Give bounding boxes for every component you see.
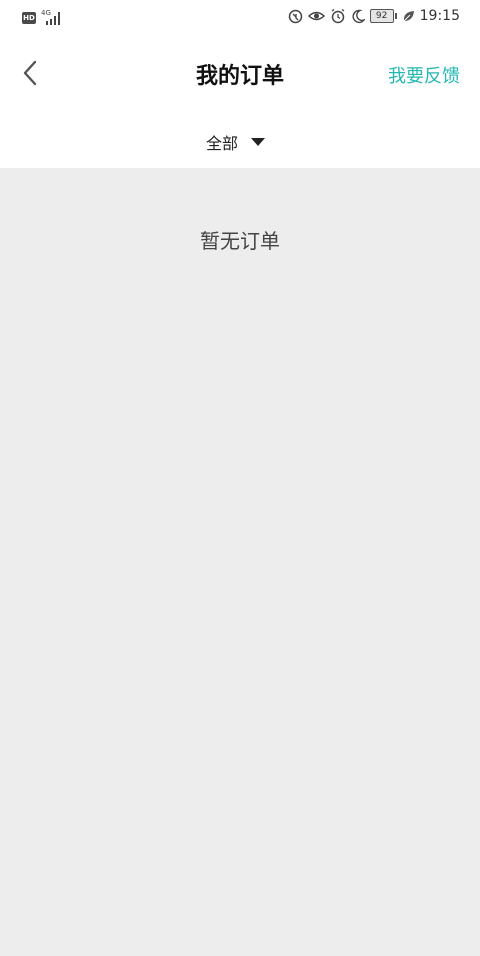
data-usage-icon bbox=[288, 9, 302, 23]
signal-bars-icon bbox=[46, 12, 60, 25]
navigation-bar: 我的订单 我要反馈 bbox=[0, 36, 480, 110]
status-left-group: HD 4G bbox=[22, 9, 63, 26]
filter-selected-label: 全部 bbox=[206, 134, 239, 153]
status-clock: 19:15 bbox=[419, 8, 460, 24]
battery-icon: 92 bbox=[369, 9, 397, 23]
alarm-icon bbox=[331, 8, 345, 24]
order-list-area: 暂无订单 bbox=[0, 168, 480, 956]
power-saving-leaf-icon bbox=[403, 11, 414, 22]
eye-comfort-icon bbox=[307, 11, 325, 21]
hd-icon: HD bbox=[22, 12, 36, 24]
status-bar: HD 4G 92 19:15 bbox=[0, 0, 480, 36]
caret-down-icon bbox=[251, 137, 266, 146]
order-filter-bar: 全部 bbox=[0, 110, 480, 168]
signal-icon: 4G bbox=[41, 9, 63, 26]
empty-state-message: 暂无订单 bbox=[200, 229, 280, 253]
status-right-group: 92 19:15 bbox=[288, 8, 460, 24]
order-status-dropdown[interactable]: 全部 bbox=[206, 130, 266, 154]
do-not-disturb-moon-icon bbox=[352, 9, 365, 23]
feedback-button[interactable]: 我要反馈 bbox=[388, 62, 460, 88]
